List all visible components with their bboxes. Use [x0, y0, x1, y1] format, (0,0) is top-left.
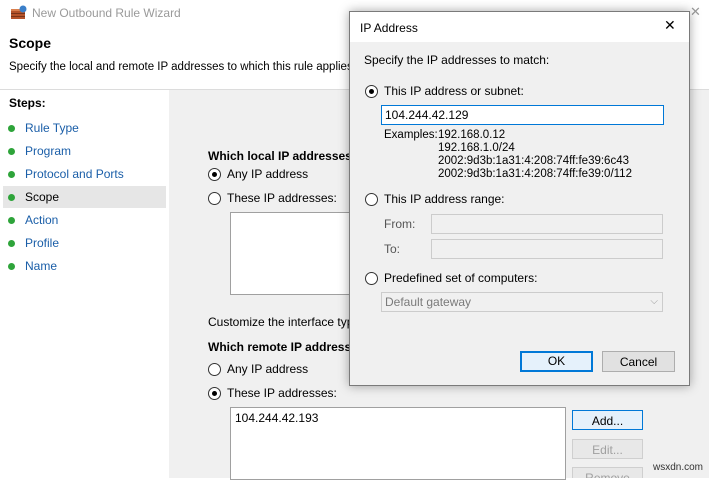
radio-label: Any IP address — [227, 167, 309, 181]
local-any-ip-radio[interactable]: Any IP address — [208, 167, 348, 183]
ok-button[interactable]: OK — [520, 351, 593, 372]
predefined-radio[interactable]: Predefined set of computers: — [365, 271, 565, 287]
range-from-input[interactable] — [431, 214, 663, 234]
radio-unselected-icon — [365, 272, 378, 285]
window-title: New Outbound Rule Wizard — [32, 6, 181, 20]
radio-selected-icon — [208, 168, 221, 181]
step-dot-icon — [8, 263, 15, 270]
step-complete-dot-icon — [8, 148, 15, 155]
page-subtitle: Specify the local and remote IP addresse… — [9, 61, 356, 73]
step-label: Scope — [25, 190, 60, 204]
ip-subnet-input[interactable]: 104.244.42.129 — [381, 105, 664, 125]
remote-these-ip-radio[interactable]: These IP addresses: — [208, 386, 348, 402]
dialog-title: IP Address — [360, 21, 418, 35]
step-label: Rule Type — [25, 121, 79, 135]
example-line: 192.168.0.12 — [438, 129, 506, 141]
radio-selected-icon — [365, 85, 378, 98]
step-name[interactable]: Name — [3, 255, 166, 277]
dialog-body: Specify the IP addresses to match: This … — [350, 42, 689, 385]
remove-button[interactable]: Remove — [572, 467, 643, 478]
range-to-input[interactable] — [431, 239, 663, 259]
radio-label: This IP address range: — [384, 192, 505, 206]
ip-subnet-radio[interactable]: This IP address or subnet: — [365, 84, 565, 100]
step-dot-icon — [8, 240, 15, 247]
local-these-ip-radio[interactable]: These IP addresses: — [208, 191, 348, 207]
list-item[interactable]: 104.244.42.193 — [235, 411, 318, 425]
radio-label: These IP addresses: — [227, 191, 337, 205]
step-complete-dot-icon — [8, 171, 15, 178]
step-program[interactable]: Program — [3, 140, 166, 162]
step-protocol-and-ports[interactable]: Protocol and Ports — [3, 163, 166, 185]
to-label: To: — [384, 242, 401, 256]
remote-ip-list[interactable]: 104.244.42.193 — [230, 407, 566, 480]
example-line: 2002:9d3b:1a31:4:208:74ff:fe39:0/112 — [438, 168, 632, 180]
dialog-prompt: Specify the IP addresses to match: — [364, 53, 550, 67]
radio-label: This IP address or subnet: — [384, 84, 524, 98]
radio-label: These IP addresses: — [227, 386, 337, 400]
cancel-button[interactable]: Cancel — [602, 351, 675, 372]
examples-label: Examples: — [384, 129, 438, 141]
remote-ip-heading: Which remote IP address — [208, 340, 352, 354]
local-ip-list[interactable] — [230, 212, 350, 295]
step-action[interactable]: Action — [3, 209, 166, 231]
step-dot-icon — [8, 217, 15, 224]
dialog-close-button[interactable]: ✕ — [664, 17, 676, 34]
predefined-select[interactable]: Default gateway ⌵ — [381, 292, 663, 312]
chevron-down-icon: ⌵ — [650, 296, 658, 307]
step-current-dot-icon — [8, 194, 15, 201]
predefined-select-value: Default gateway — [385, 295, 472, 309]
watermark: wsxdn.com — [652, 462, 703, 473]
radio-label: Any IP address — [227, 362, 309, 376]
page-title: Scope — [9, 35, 52, 51]
step-label: Program — [25, 144, 72, 158]
local-ip-heading: Which local IP addresses — [208, 149, 352, 163]
step-complete-dot-icon — [8, 125, 15, 132]
step-label: Name — [25, 259, 58, 273]
radio-unselected-icon — [208, 363, 221, 376]
step-profile[interactable]: Profile — [3, 232, 166, 254]
remote-any-ip-radio[interactable]: Any IP address — [208, 362, 348, 378]
step-label: Protocol and Ports — [25, 167, 124, 181]
step-label: Profile — [25, 236, 60, 250]
step-rule-type[interactable]: Rule Type — [3, 117, 166, 139]
radio-label: Predefined set of computers: — [384, 271, 538, 285]
ip-range-radio[interactable]: This IP address range: — [365, 192, 565, 208]
add-button[interactable]: Add... — [572, 410, 643, 430]
radio-selected-icon — [208, 387, 221, 400]
window-close-button[interactable]: ✕ — [690, 4, 701, 20]
step-label: Action — [25, 213, 59, 227]
step-scope[interactable]: Scope — [3, 186, 166, 208]
from-label: From: — [384, 217, 416, 231]
ip-address-dialog: IP Address ✕ Specify the IP addresses to… — [349, 11, 690, 386]
steps-label: Steps: — [9, 96, 46, 110]
firewall-icon — [10, 5, 28, 21]
edit-button[interactable]: Edit... — [572, 439, 643, 459]
radio-unselected-icon — [365, 193, 378, 206]
example-line: 2002:9d3b:1a31:4:208:74ff:fe39:6c43 — [438, 155, 629, 167]
example-line: 192.168.1.0/24 — [438, 142, 515, 154]
radio-unselected-icon — [208, 192, 221, 205]
